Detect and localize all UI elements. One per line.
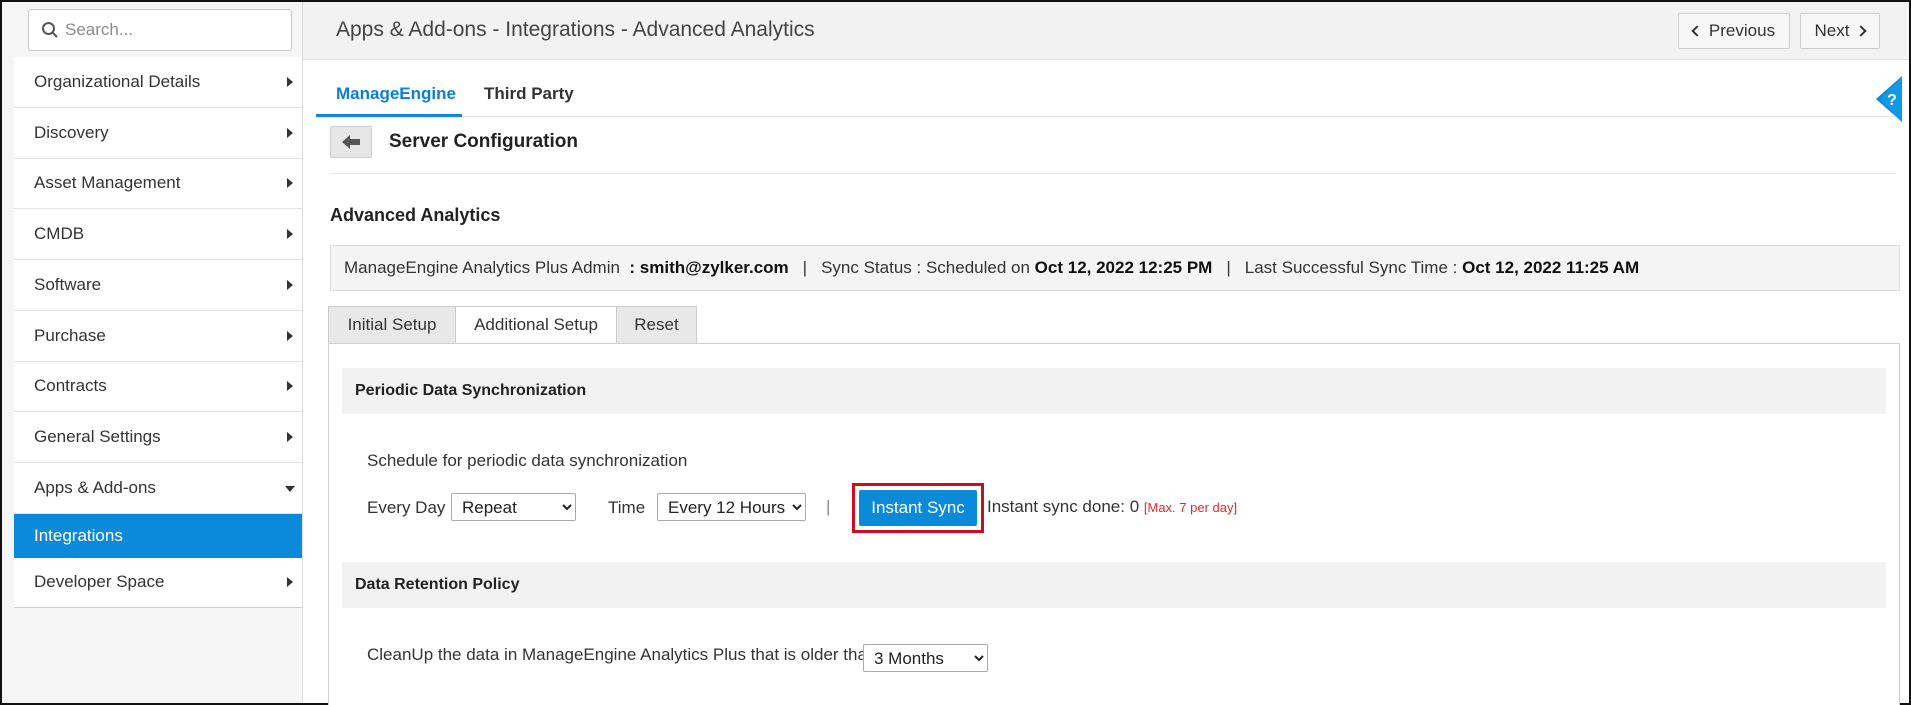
caret-right-icon: [287, 279, 293, 290]
tab-reset[interactable]: Reset: [616, 306, 697, 344]
sync-info-bar: ManageEngine Analytics Plus Admin : smit…: [330, 245, 1900, 291]
sidebar-item-purchase[interactable]: Purchase: [14, 310, 302, 362]
sync-status-value: Oct 12, 2022 12:25 PM: [1034, 258, 1213, 277]
sidebar-item-label: Organizational Details: [34, 71, 201, 91]
divider: |: [826, 497, 831, 516]
back-button[interactable]: [330, 126, 372, 158]
previous-button[interactable]: Previous: [1678, 13, 1790, 49]
previous-label: Previous: [1708, 21, 1776, 40]
sidebar-item-integrations[interactable]: Integrations: [14, 513, 302, 558]
separator: |: [802, 258, 808, 277]
schedule-text: Schedule for periodic data synchronizati…: [367, 451, 688, 470]
tab-additional-setup[interactable]: Additional Setup: [455, 306, 617, 344]
instant-sync-button[interactable]: Instant Sync: [859, 490, 977, 526]
time-select[interactable]: Every 12 Hours: [657, 493, 806, 521]
sidebar-item-developer-space[interactable]: Developer Space: [14, 557, 302, 608]
sidebar-item-label: Integrations: [34, 525, 123, 545]
caret-right-icon: [287, 432, 293, 443]
sidebar-item-label: CMDB: [34, 224, 85, 244]
cleanup-text: CleanUp the data in ManageEngine Analyti…: [367, 645, 877, 664]
periodic-sync-heading: Periodic Data Synchronization: [342, 368, 1886, 414]
chevron-right-icon: [1855, 25, 1868, 37]
integration-tabs: ManageEngine Third Party: [316, 72, 1896, 117]
separator: |: [1226, 258, 1231, 277]
server-configuration-title: Server Configuration: [389, 131, 578, 152]
caret-right-icon: [287, 178, 293, 189]
next-button[interactable]: Next: [1800, 13, 1880, 49]
time-label: Time: [608, 498, 646, 517]
search-input[interactable]: [65, 18, 285, 42]
instant-sync-status: Instant sync done: 0 [Max. 7 per day]: [987, 497, 1237, 517]
caret-right-icon: [287, 381, 293, 392]
sync-done-text: Instant sync done: 0: [987, 497, 1140, 516]
arrow-left-icon: [342, 135, 360, 149]
sidebar-item-general-settings[interactable]: General Settings: [14, 412, 302, 463]
search-box[interactable]: [28, 9, 292, 51]
search-icon: [42, 22, 58, 38]
tab-third-party[interactable]: Third Party: [484, 84, 574, 104]
caret-right-icon: [287, 76, 293, 87]
divider: [330, 173, 1896, 174]
every-day-label: Every Day: [367, 498, 446, 517]
sidebar-item-label: Contracts: [34, 376, 107, 396]
sidebar-item-apps-addons[interactable]: Apps & Add-ons: [14, 463, 302, 514]
caret-right-icon: [287, 577, 293, 588]
retention-heading: Data Retention Policy: [342, 562, 1886, 608]
admin-label: ManageEngine Analytics Plus Admin: [344, 258, 620, 277]
sidebar-item-asset-management[interactable]: Asset Management: [14, 158, 302, 210]
last-sync-value: Oct 12, 2022 11:25 AM: [1462, 258, 1640, 277]
sidebar-item-label: Purchase: [34, 325, 106, 345]
chevron-left-icon: [1691, 25, 1703, 37]
next-label: Next: [1814, 21, 1850, 40]
caret-right-icon: [287, 127, 293, 138]
sidebar-menu: Organizational Details Discovery Asset M…: [14, 57, 302, 608]
sidebar-item-organizational-details[interactable]: Organizational Details: [14, 57, 302, 108]
caret-right-icon: [287, 330, 293, 341]
admin-value: : smith@zylker.com: [629, 258, 789, 277]
sidebar-item-label: Software: [34, 274, 102, 294]
max-per-day-note: [Max. 7 per day]: [1143, 500, 1238, 515]
sidebar-item-label: General Settings: [34, 427, 161, 447]
sidebar-item-label: Asset Management: [34, 173, 181, 193]
sidebar-item-software[interactable]: Software: [14, 260, 302, 311]
page-title: Apps & Add-ons - Integrations - Advanced…: [336, 18, 815, 41]
section-title: Advanced Analytics: [330, 205, 501, 225]
sync-status-label: Sync Status : Scheduled on: [821, 258, 1030, 277]
retention-period-select[interactable]: 3 Months: [863, 644, 988, 672]
sidebar-item-label: Discovery: [34, 122, 109, 142]
tab-manageengine[interactable]: ManageEngine: [336, 84, 456, 104]
sidebar-item-discovery[interactable]: Discovery: [14, 107, 302, 159]
caret-down-icon: [285, 485, 295, 492]
page-header: Apps & Add-ons - Integrations - Advanced…: [303, 2, 1909, 60]
sidebar-item-cmdb[interactable]: CMDB: [14, 209, 302, 260]
tab-initial-setup[interactable]: Initial Setup: [328, 306, 456, 344]
last-sync-label: Last Successful Sync Time :: [1244, 258, 1458, 277]
caret-right-icon: [287, 229, 293, 240]
sidebar-item-contracts[interactable]: Contracts: [14, 361, 302, 413]
sidebar-item-label: Developer Space: [34, 572, 165, 592]
sidebar-item-label: Apps & Add-ons: [34, 477, 156, 497]
repeat-select[interactable]: Repeat: [451, 493, 576, 521]
active-tab-indicator: [316, 114, 462, 117]
